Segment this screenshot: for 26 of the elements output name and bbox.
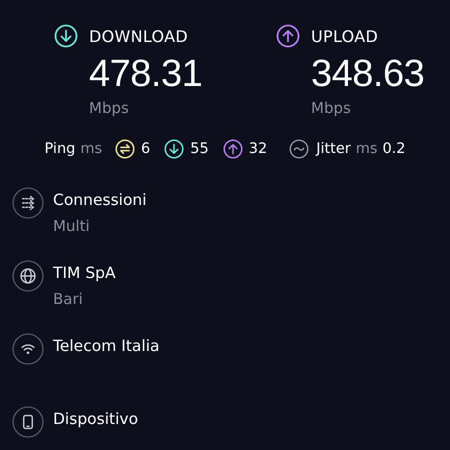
detail-title: Connessioni (53, 191, 147, 209)
globe-icon (12, 260, 44, 292)
ping-value: 55 (190, 141, 209, 157)
ping-label: Ping (44, 141, 76, 157)
detail-title: TIM SpA (53, 264, 116, 282)
jitter-value: 0.2 (382, 141, 406, 157)
phone-icon (12, 406, 44, 438)
swap-arrows-icon (115, 139, 136, 159)
result-label: DOWNLOAD (89, 26, 188, 46)
unit-label: ms (80, 141, 102, 157)
detail-subtitle: Multi (53, 217, 91, 235)
detail-title: Dispositivo (53, 410, 138, 428)
dotted-arrows-icon (12, 187, 44, 219)
unit-label: Mbps (311, 99, 352, 117)
ping-value: 6 (141, 141, 150, 157)
speed-value: 348.63 (311, 52, 426, 96)
result-label: UPLOAD (311, 26, 378, 46)
ping-value: 32 (248, 141, 268, 157)
wifi-icon (12, 333, 44, 365)
detail-subtitle: Bari (53, 290, 84, 308)
jitter-label: Jitter (316, 141, 351, 157)
unit-label: Mbps (89, 99, 130, 117)
detail-title: Telecom Italia (53, 337, 160, 355)
wave-icon (289, 139, 310, 159)
speed-value: 478.31 (89, 52, 204, 96)
unit-label: ms (356, 141, 378, 157)
